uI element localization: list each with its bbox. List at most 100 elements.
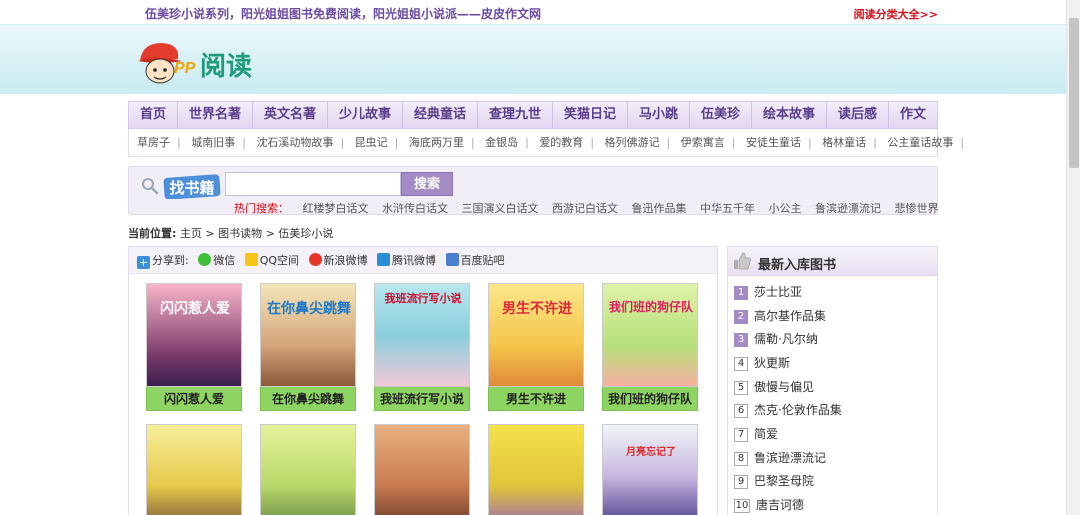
new-book-item[interactable]: 1 莎士比亚 (734, 283, 802, 303)
cover-title: 在你鼻尖跳舞 (267, 301, 351, 317)
book-title[interactable]: 闪闪惹人爱 (146, 387, 242, 411)
new-book-title[interactable]: 唐吉诃德 (756, 498, 804, 512)
breadcrumb-path[interactable]: 主页 > 图书读物 > 伍美珍小说 (180, 227, 333, 240)
nav-item-ma-xiaotiao[interactable]: 马小跳 (628, 102, 690, 128)
hot-search-link[interactable]: 中华五千年 (700, 202, 755, 215)
share-qzone-button[interactable]: QQ空间 (244, 247, 299, 274)
book-card[interactable]: 男生不许进 男生不许进 (488, 283, 584, 411)
subnav-link[interactable]: 海底两万里 (409, 129, 464, 156)
subnav-link[interactable]: 伊索寓言 (681, 129, 725, 156)
scrollbar-thumb[interactable] (1069, 18, 1079, 168)
new-book-item[interactable]: 9 巴黎圣母院 (734, 472, 814, 492)
hot-search-link[interactable]: 水浒传白话文 (382, 202, 448, 215)
breadcrumb: 当前位置: 主页 > 图书读物 > 伍美珍小说 (128, 225, 333, 241)
category-index-link[interactable]: 阅读分类大全>> (854, 6, 938, 22)
hot-search-link[interactable]: 鲁滨逊漂流记 (815, 202, 881, 215)
nav-item-home[interactable]: 首页 (129, 102, 178, 128)
subnav-link[interactable]: 爱的教育 (539, 129, 583, 156)
subnav-link[interactable]: 格列佛游记 (605, 129, 660, 156)
new-books-panel: 最新入库图书 1 莎士比亚 2 高尔基作品集 3 儒勒·凡尔纳 4 狄更斯 5 傲慢与偏见… (727, 246, 938, 515)
new-book-title[interactable]: 儒勒·凡尔纳 (754, 332, 818, 346)
subnav-link[interactable]: 公主童话故事 (887, 129, 953, 156)
book-cover[interactable]: 我们班的狗仔队 (602, 283, 698, 387)
subnav-link[interactable]: 城南旧事 (191, 129, 235, 156)
book-card[interactable]: 在你鼻尖跳舞 在你鼻尖跳舞 (260, 283, 356, 411)
book-cover[interactable]: 在你鼻尖跳舞 (260, 283, 356, 387)
new-book-title[interactable]: 莎士比亚 (754, 285, 802, 299)
divider: | (340, 136, 345, 149)
hot-search-link[interactable]: 悲惨世界 (895, 202, 939, 215)
book-card[interactable] (146, 424, 242, 515)
book-title[interactable]: 我们班的狗仔队 (602, 387, 698, 411)
new-book-title[interactable]: 狄更斯 (754, 356, 790, 370)
subnav-link[interactable]: 昆虫记 (355, 129, 388, 156)
site-logo[interactable]: PP 阅读 (136, 37, 296, 87)
divider: | (590, 136, 595, 149)
new-book-item[interactable]: 5 傲慢与偏见 (734, 378, 814, 398)
share-tencent-weibo-button[interactable]: 腾讯微博 (377, 247, 436, 274)
book-cover[interactable]: 闪闪惹人爱 (146, 283, 242, 387)
subnav-link[interactable]: 草房子 (137, 129, 170, 156)
hot-search-link[interactable]: 三国演义白话文 (462, 202, 539, 215)
subnav-link[interactable]: 安徒生童话 (746, 129, 801, 156)
book-title[interactable]: 在你鼻尖跳舞 (260, 387, 356, 411)
hot-search-link[interactable]: 小公主 (769, 202, 802, 215)
new-book-title[interactable]: 杰克·伦敦作品集 (754, 403, 842, 417)
main-nav: 首页 世界名著 英文名著 少儿故事 经典童话 查理九世 笑猫日记 马小跳 伍美珍… (128, 101, 938, 129)
book-cover[interactable]: 月亮忘记了 (602, 424, 698, 515)
nav-item-world-classics[interactable]: 世界名著 (178, 102, 253, 128)
new-book-title[interactable]: 鲁滨逊漂流记 (754, 451, 826, 465)
book-title[interactable]: 我班流行写小说 (374, 387, 470, 411)
new-book-title[interactable]: 傲慢与偏见 (754, 380, 814, 394)
new-book-item[interactable]: 3 儒勒·凡尔纳 (734, 330, 818, 350)
new-book-item[interactable]: 2 高尔基作品集 (734, 307, 826, 327)
book-card[interactable] (374, 424, 470, 515)
nav-item-english-classics[interactable]: 英文名著 (253, 102, 328, 128)
search-input[interactable] (225, 172, 401, 196)
book-cover[interactable] (374, 424, 470, 515)
new-book-item[interactable]: 10 唐吉诃德 (734, 496, 804, 515)
book-title[interactable]: 男生不许进 (488, 387, 584, 411)
book-card[interactable]: 闪闪惹人爱 闪闪惹人爱 (146, 283, 242, 411)
book-cover[interactable]: 男生不许进 (488, 283, 584, 387)
nav-item-classic-fairy-tales[interactable]: 经典童话 (403, 102, 478, 128)
nav-item-kids-stories[interactable]: 少儿故事 (328, 102, 403, 128)
share-weibo-button[interactable]: 新浪微博 (308, 247, 368, 274)
nav-item-composition[interactable]: 作文 (889, 102, 937, 128)
search-button[interactable]: 搜索 (401, 172, 453, 196)
hot-search-link[interactable]: 西游记白话文 (552, 202, 618, 215)
new-book-title[interactable]: 高尔基作品集 (754, 309, 826, 323)
subnav-link[interactable]: 沈石溪动物故事 (256, 129, 333, 156)
nav-item-charlie-ix[interactable]: 查理九世 (478, 102, 553, 128)
nav-item-book-reviews[interactable]: 读后感 (827, 102, 889, 128)
new-book-item[interactable]: 6 杰克·伦敦作品集 (734, 401, 842, 421)
nav-item-laughing-cat[interactable]: 笑猫日记 (553, 102, 628, 128)
new-book-item[interactable]: 7 简爱 (734, 425, 778, 445)
new-book-title[interactable]: 简爱 (754, 427, 778, 441)
book-card[interactable] (260, 424, 356, 515)
nav-item-wu-meizhen[interactable]: 伍美珍 (690, 102, 752, 128)
search-title-graphic: 找书籍 (163, 174, 221, 199)
book-cover[interactable] (488, 424, 584, 515)
share-tieba-button[interactable]: 百度贴吧 (445, 247, 505, 274)
subnav-link[interactable]: 金银岛 (485, 129, 518, 156)
book-cover[interactable] (260, 424, 356, 515)
share-bar: + 分享到: 微信 QQ空间 新浪微博 腾讯微博 百度贴吧 (129, 247, 717, 274)
nav-item-picture-books[interactable]: 绘本故事 (752, 102, 827, 128)
book-cover[interactable]: 我班流行写小说 (374, 283, 470, 387)
book-card[interactable]: 月亮忘记了 (602, 424, 698, 515)
new-book-item[interactable]: 8 鲁滨逊漂流记 (734, 449, 826, 469)
book-cover[interactable] (146, 424, 242, 515)
hot-search-link[interactable]: 红楼梦白话文 (303, 202, 369, 215)
book-card[interactable]: 我班流行写小说 我班流行写小说 (374, 283, 470, 411)
hot-search-link[interactable]: 鲁迅作品集 (632, 202, 687, 215)
subnav-link[interactable]: 格林童话 (822, 129, 866, 156)
new-book-item[interactable]: 4 狄更斯 (734, 354, 790, 374)
page-scrollbar[interactable] (1066, 0, 1080, 515)
share-wechat-button[interactable]: 微信 (198, 247, 235, 274)
new-book-title[interactable]: 巴黎圣母院 (754, 474, 814, 488)
book-card[interactable]: 我们班的狗仔队 我们班的狗仔队 (602, 283, 698, 411)
rank-number: 2 (734, 310, 748, 324)
book-card[interactable] (488, 424, 584, 515)
qzone-icon (244, 253, 258, 266)
